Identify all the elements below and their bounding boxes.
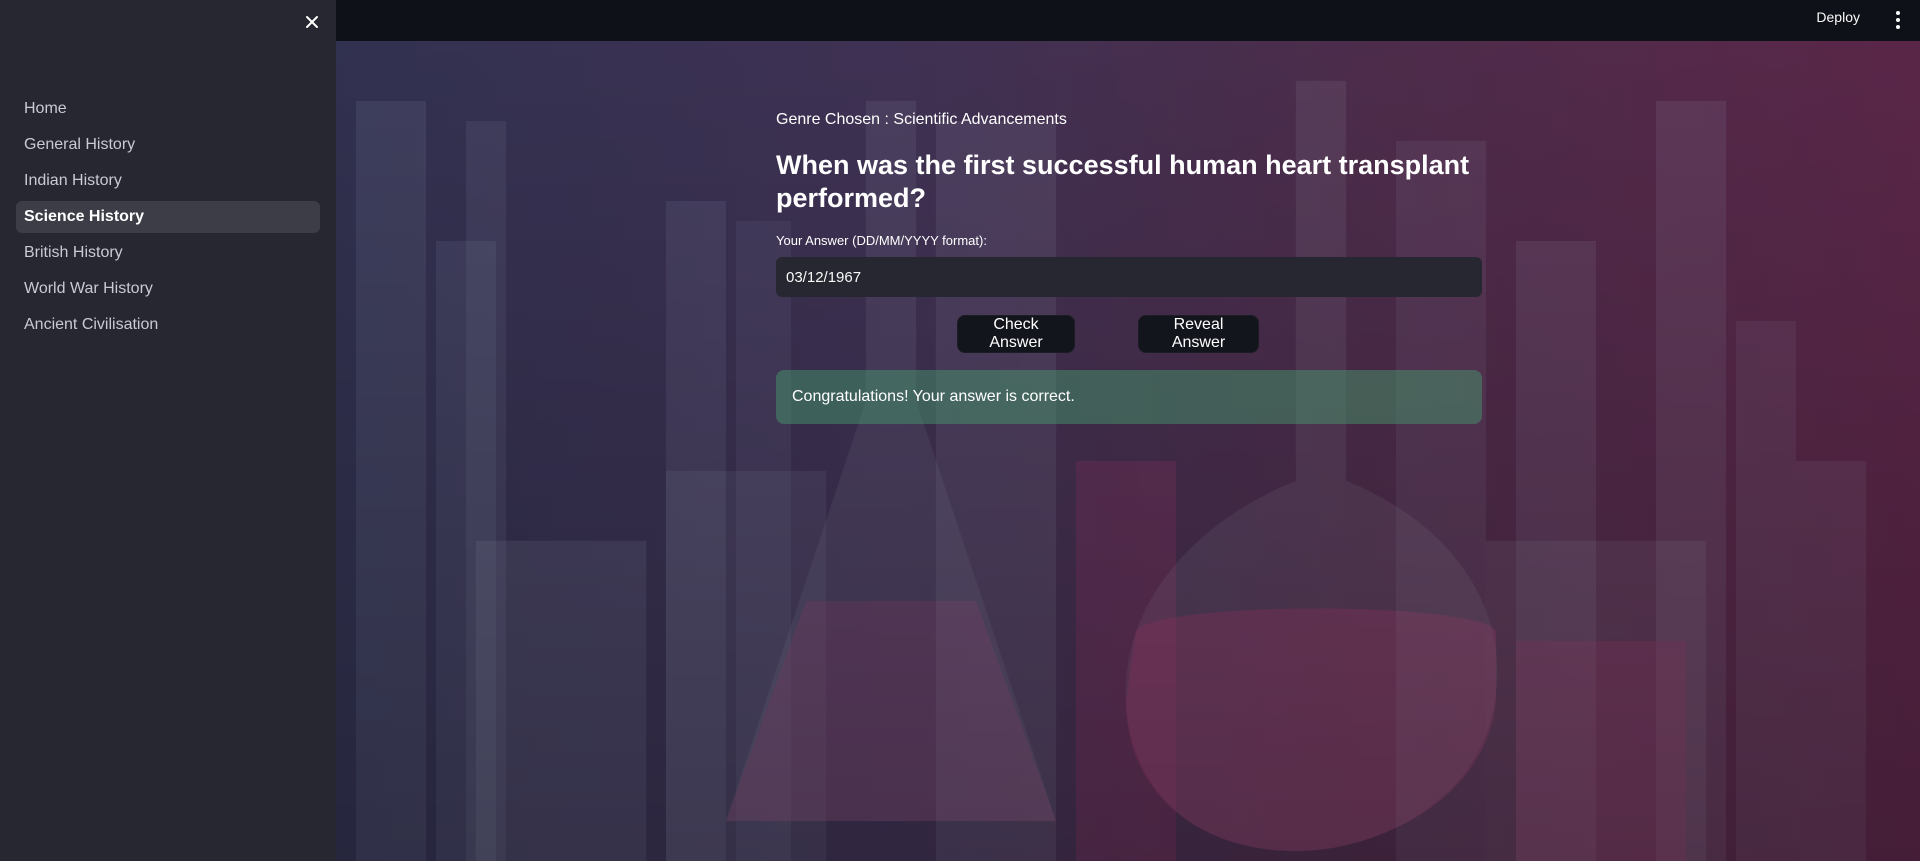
sidebar-item-label: World War History (24, 280, 153, 297)
question-title: When was the first successful human hear… (776, 150, 1470, 213)
button-row: Check Answer Reveal Answer (776, 315, 1482, 353)
sidebar-item-home[interactable]: Home (16, 93, 320, 125)
sidebar-item-label: Ancient Civilisation (24, 316, 159, 333)
check-answer-button[interactable]: Check Answer (957, 315, 1075, 353)
app-root: Home General History Indian History Scie… (0, 0, 1920, 861)
deploy-button[interactable]: Deploy (1816, 9, 1860, 25)
sidebar-item-label: General History (24, 136, 136, 153)
sidebar: Home General History Indian History Scie… (0, 0, 336, 861)
success-alert: Congratulations! Your answer is correct. (776, 370, 1482, 424)
main-content: Genre Chosen : Scientific Advancements W… (336, 41, 1920, 861)
answer-label: Your Answer (DD/MM/YYYY format): (776, 233, 987, 248)
more-options-icon[interactable] (1890, 9, 1906, 31)
sidebar-item-label: Home (24, 100, 67, 117)
sidebar-item-label: Science History (24, 208, 145, 225)
sidebar-item-ancient-civilisation[interactable]: Ancient Civilisation (16, 309, 320, 341)
reveal-answer-button[interactable]: Reveal Answer (1138, 315, 1259, 353)
quiz-panel: Genre Chosen : Scientific Advancements W… (776, 111, 1482, 424)
sidebar-item-world-war-history[interactable]: World War History (16, 273, 320, 305)
sidebar-item-general-history[interactable]: General History (16, 129, 320, 161)
sidebar-item-science-history[interactable]: Science History (16, 201, 320, 233)
sidebar-nav: Home General History Indian History Scie… (16, 93, 320, 345)
close-icon (306, 16, 318, 28)
answer-input[interactable] (776, 257, 1482, 297)
success-message: Congratulations! Your answer is correct. (792, 388, 1075, 405)
genre-label: Genre Chosen : Scientific Advancements (776, 111, 1067, 128)
close-sidebar-button[interactable] (300, 10, 324, 34)
sidebar-item-label: Indian History (24, 172, 122, 189)
top-header: Deploy (336, 0, 1920, 41)
sidebar-item-indian-history[interactable]: Indian History (16, 165, 320, 197)
sidebar-item-british-history[interactable]: British History (16, 237, 320, 269)
sidebar-item-label: British History (24, 244, 123, 261)
